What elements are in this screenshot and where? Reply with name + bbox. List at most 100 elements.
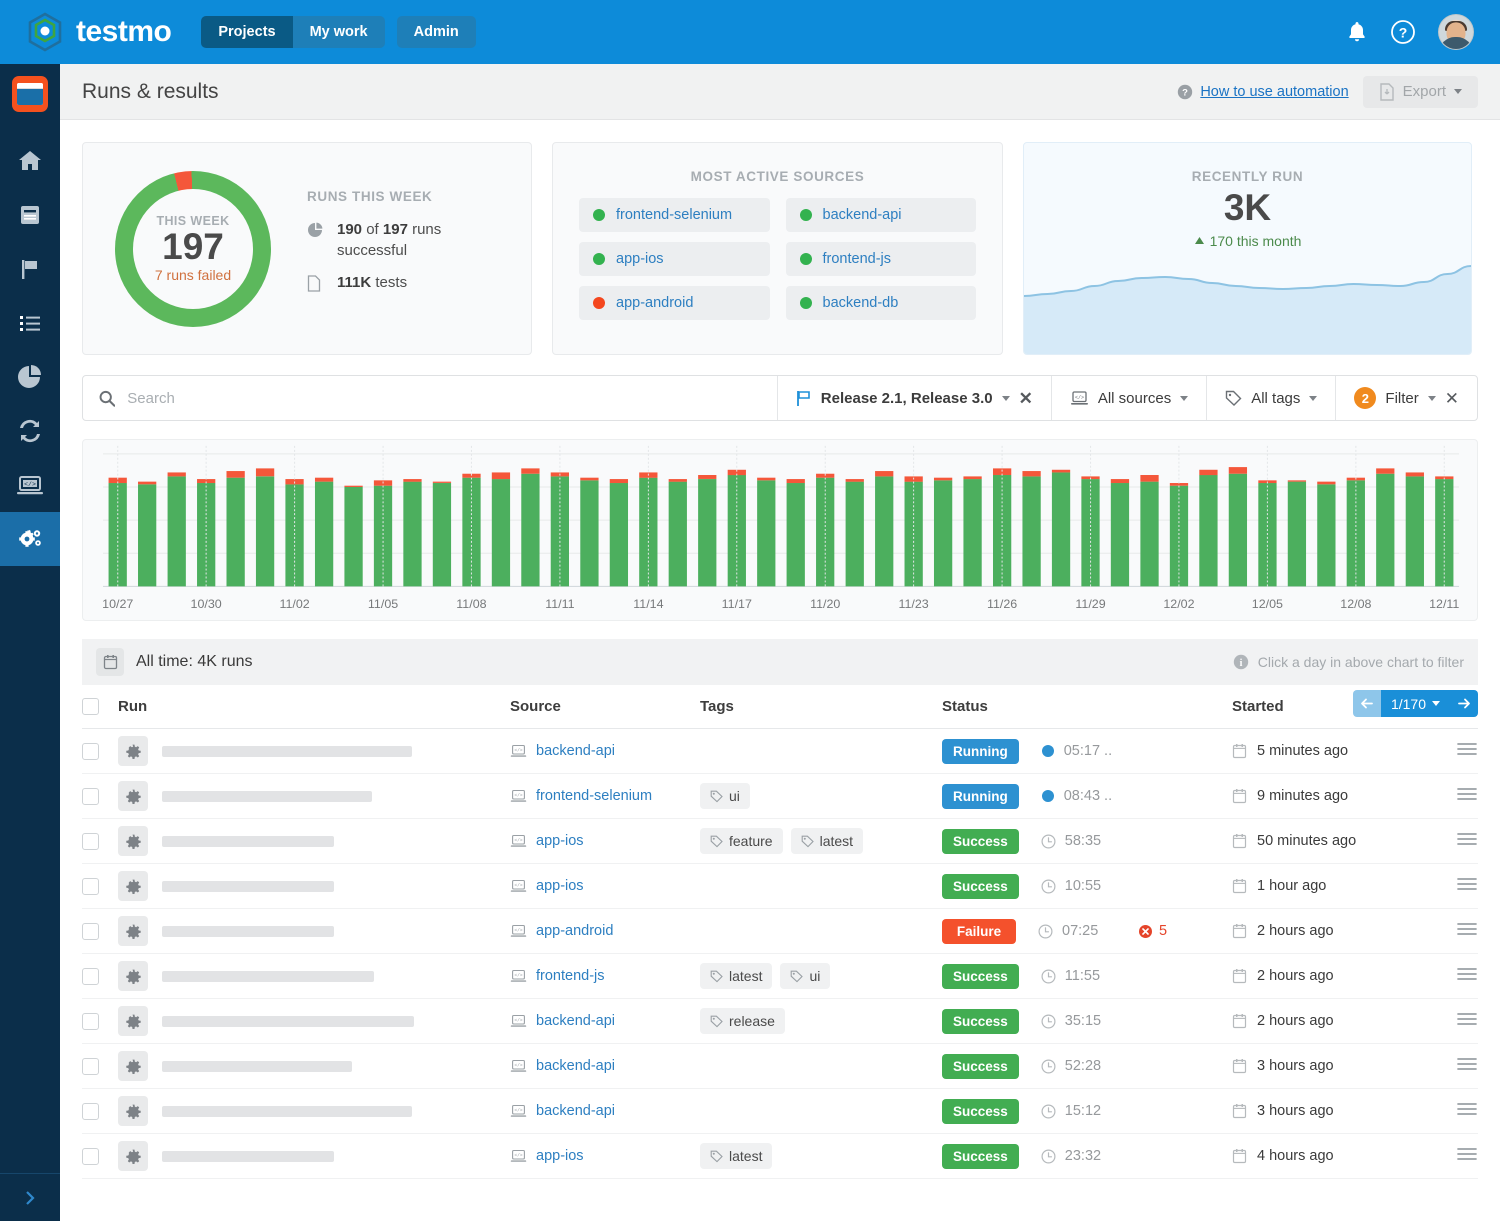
source-chip[interactable]: backend-api xyxy=(786,198,977,232)
user-avatar[interactable] xyxy=(1438,14,1474,50)
table-row[interactable]: </>backend-api Success 15:12 3 hours ago xyxy=(82,1089,1478,1134)
clear-milestone-filter-icon[interactable]: ✕ xyxy=(1019,390,1033,407)
sidebar-item-settings[interactable] xyxy=(0,512,60,566)
row-menu-button[interactable] xyxy=(1457,832,1477,851)
nav-admin[interactable]: Admin xyxy=(397,16,476,48)
tag-chip[interactable]: latest xyxy=(700,1143,772,1169)
row-menu-button[interactable] xyxy=(1457,1147,1477,1166)
sidebar-item-reports[interactable] xyxy=(0,350,60,404)
bell-icon[interactable] xyxy=(1346,20,1368,44)
export-button[interactable]: Export xyxy=(1363,76,1478,108)
row-menu-button[interactable] xyxy=(1457,742,1477,761)
row-menu-button[interactable] xyxy=(1457,1057,1477,1076)
row-checkbox[interactable] xyxy=(82,1148,99,1165)
column-header-tags[interactable]: Tags xyxy=(700,698,942,715)
row-checkbox[interactable] xyxy=(82,923,99,940)
source-link[interactable]: </>backend-api xyxy=(510,743,700,759)
column-header-status[interactable]: Status xyxy=(942,698,1232,715)
tag-chip[interactable]: feature xyxy=(700,828,783,854)
source-chip[interactable]: app-android xyxy=(579,286,770,320)
sidebar-item-repeat[interactable] xyxy=(0,404,60,458)
sidebar-item-docs[interactable] xyxy=(0,188,60,242)
source-link[interactable]: </>frontend-js xyxy=(510,968,700,984)
table-row[interactable]: </>app-ios Success 10:55 1 hour ago xyxy=(82,864,1478,909)
source-link[interactable]: </>backend-api xyxy=(510,1103,700,1119)
run-config-icon[interactable] xyxy=(118,1141,148,1171)
source-chip[interactable]: frontend-js xyxy=(786,242,977,276)
pagination-next-button[interactable] xyxy=(1450,690,1478,717)
row-menu-button[interactable] xyxy=(1457,1102,1477,1121)
sources-filter[interactable]: </> All sources xyxy=(1051,376,1206,420)
pagination-prev-button[interactable] xyxy=(1353,690,1381,717)
run-config-icon[interactable] xyxy=(118,1051,148,1081)
table-row[interactable]: </>backend-api release Success 35:15 2 h… xyxy=(82,999,1478,1044)
source-chip[interactable]: app-ios xyxy=(579,242,770,276)
row-checkbox[interactable] xyxy=(82,1058,99,1075)
help-circle-icon[interactable]: ? xyxy=(1390,19,1416,45)
run-config-icon[interactable] xyxy=(118,871,148,901)
sidebar-expand-button[interactable] xyxy=(0,1173,60,1221)
brand-logo[interactable]: testmo xyxy=(24,11,171,53)
how-to-use-automation-link[interactable]: ? How to use automation xyxy=(1177,84,1348,100)
row-menu-button[interactable] xyxy=(1457,787,1477,806)
row-checkbox[interactable] xyxy=(82,1013,99,1030)
table-row[interactable]: </>app-android Failure 07:25 5 2 hours a… xyxy=(82,909,1478,954)
row-checkbox[interactable] xyxy=(82,968,99,985)
run-config-icon[interactable] xyxy=(118,1006,148,1036)
source-chip[interactable]: frontend-selenium xyxy=(579,198,770,232)
started-cell: 2 hours ago xyxy=(1232,923,1437,939)
advanced-filter[interactable]: 2 Filter ✕ xyxy=(1335,376,1477,420)
table-row[interactable]: </>backend-api Success 52:28 3 hours ago xyxy=(82,1044,1478,1089)
sidebar-item-milestones[interactable] xyxy=(0,242,60,296)
clear-filter-icon[interactable]: ✕ xyxy=(1445,390,1459,407)
tag-chip[interactable]: latest xyxy=(791,828,863,854)
source-link[interactable]: </>app-android xyxy=(510,923,700,939)
sidebar-item-lists[interactable] xyxy=(0,296,60,350)
table-row[interactable]: </>frontend-selenium ui Running 08:43 ..… xyxy=(82,774,1478,819)
row-checkbox[interactable] xyxy=(82,743,99,760)
run-config-icon[interactable] xyxy=(118,736,148,766)
row-checkbox[interactable] xyxy=(82,788,99,805)
source-chip[interactable]: backend-db xyxy=(786,286,977,320)
source-link[interactable]: </>frontend-selenium xyxy=(510,788,700,804)
runs-history-bar-chart[interactable]: 10/2710/3011/0211/0511/0811/1111/1411/17… xyxy=(82,439,1478,621)
sidebar-item-home[interactable] xyxy=(0,134,60,188)
table-row[interactable]: </>app-ios latest Success 23:32 4 hours … xyxy=(82,1134,1478,1179)
source-link[interactable]: </>app-ios xyxy=(510,1148,700,1164)
table-row[interactable]: </>backend-api Running 05:17 .. 5 minute… xyxy=(82,729,1478,774)
tag-chip[interactable]: latest xyxy=(700,963,772,989)
table-row[interactable]: </>app-ios featurelatest Success 58:35 5… xyxy=(82,819,1478,864)
milestone-filter[interactable]: Release 2.1, Release 3.0 ✕ xyxy=(777,376,1051,420)
nav-projects[interactable]: Projects xyxy=(201,16,292,48)
column-header-source[interactable]: Source xyxy=(510,698,700,715)
row-menu-button[interactable] xyxy=(1457,877,1477,896)
run-config-icon[interactable] xyxy=(118,826,148,856)
tag-chip[interactable]: ui xyxy=(780,963,830,989)
sidebar-item-project-logo[interactable] xyxy=(0,64,60,124)
pagination-page-selector[interactable]: 1/170 xyxy=(1381,690,1450,717)
source-link[interactable]: </>backend-api xyxy=(510,1058,700,1074)
source-link[interactable]: </>backend-api xyxy=(510,1013,700,1029)
table-row[interactable]: </>frontend-js latestui Success 11:55 2 … xyxy=(82,954,1478,999)
run-config-icon[interactable] xyxy=(118,916,148,946)
source-link[interactable]: </>app-ios xyxy=(510,833,700,849)
run-config-icon[interactable] xyxy=(118,781,148,811)
tags-filter[interactable]: All tags xyxy=(1206,376,1335,420)
search-input[interactable] xyxy=(127,390,761,407)
select-all-checkbox[interactable] xyxy=(82,698,99,715)
nav-my-work[interactable]: My work xyxy=(293,16,385,48)
row-checkbox[interactable] xyxy=(82,1103,99,1120)
tag-chip[interactable]: ui xyxy=(700,783,750,809)
column-header-run[interactable]: Run xyxy=(118,698,510,715)
source-link[interactable]: </>app-ios xyxy=(510,878,700,894)
tag-chip[interactable]: release xyxy=(700,1008,785,1034)
row-menu-button[interactable] xyxy=(1457,1012,1477,1031)
sidebar-item-automation[interactable]: </> xyxy=(0,458,60,512)
row-menu-button[interactable] xyxy=(1457,922,1477,941)
row-menu-button[interactable] xyxy=(1457,967,1477,986)
row-checkbox[interactable] xyxy=(82,833,99,850)
run-config-icon[interactable] xyxy=(118,961,148,991)
row-checkbox[interactable] xyxy=(82,878,99,895)
started-cell: 3 hours ago xyxy=(1232,1103,1437,1119)
run-config-icon[interactable] xyxy=(118,1096,148,1126)
